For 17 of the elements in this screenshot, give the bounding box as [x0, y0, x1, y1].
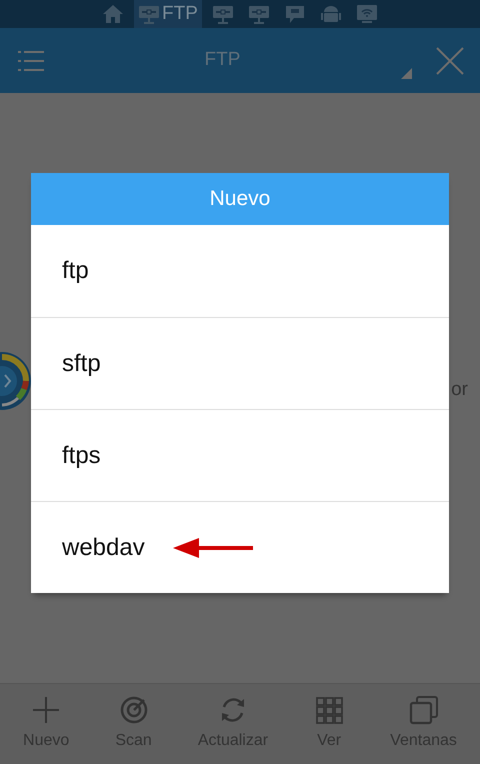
close-icon[interactable]: [436, 46, 464, 74]
arrow-icon: [172, 538, 253, 558]
target-icon: [118, 695, 149, 725]
plus-icon: [31, 695, 62, 725]
app-icon: [0, 349, 32, 413]
menu-icon[interactable]: [18, 48, 44, 72]
header-title: FTP: [204, 48, 240, 72]
menu-option[interactable]: webdav: [62, 530, 145, 566]
dropdown-corner-icon[interactable]: [400, 68, 412, 79]
grid-icon: [314, 695, 344, 725]
menu-option[interactable]: sftp: [62, 346, 101, 382]
windows-icon: [408, 695, 439, 725]
menu-option[interactable]: ftp: [62, 253, 89, 289]
dialog-title: Nuevo: [31, 173, 449, 225]
menu-option[interactable]: ftps: [62, 438, 101, 474]
monitor-icon: [138, 3, 160, 25]
status-tab[interactable]: FTP: [134, 0, 202, 28]
